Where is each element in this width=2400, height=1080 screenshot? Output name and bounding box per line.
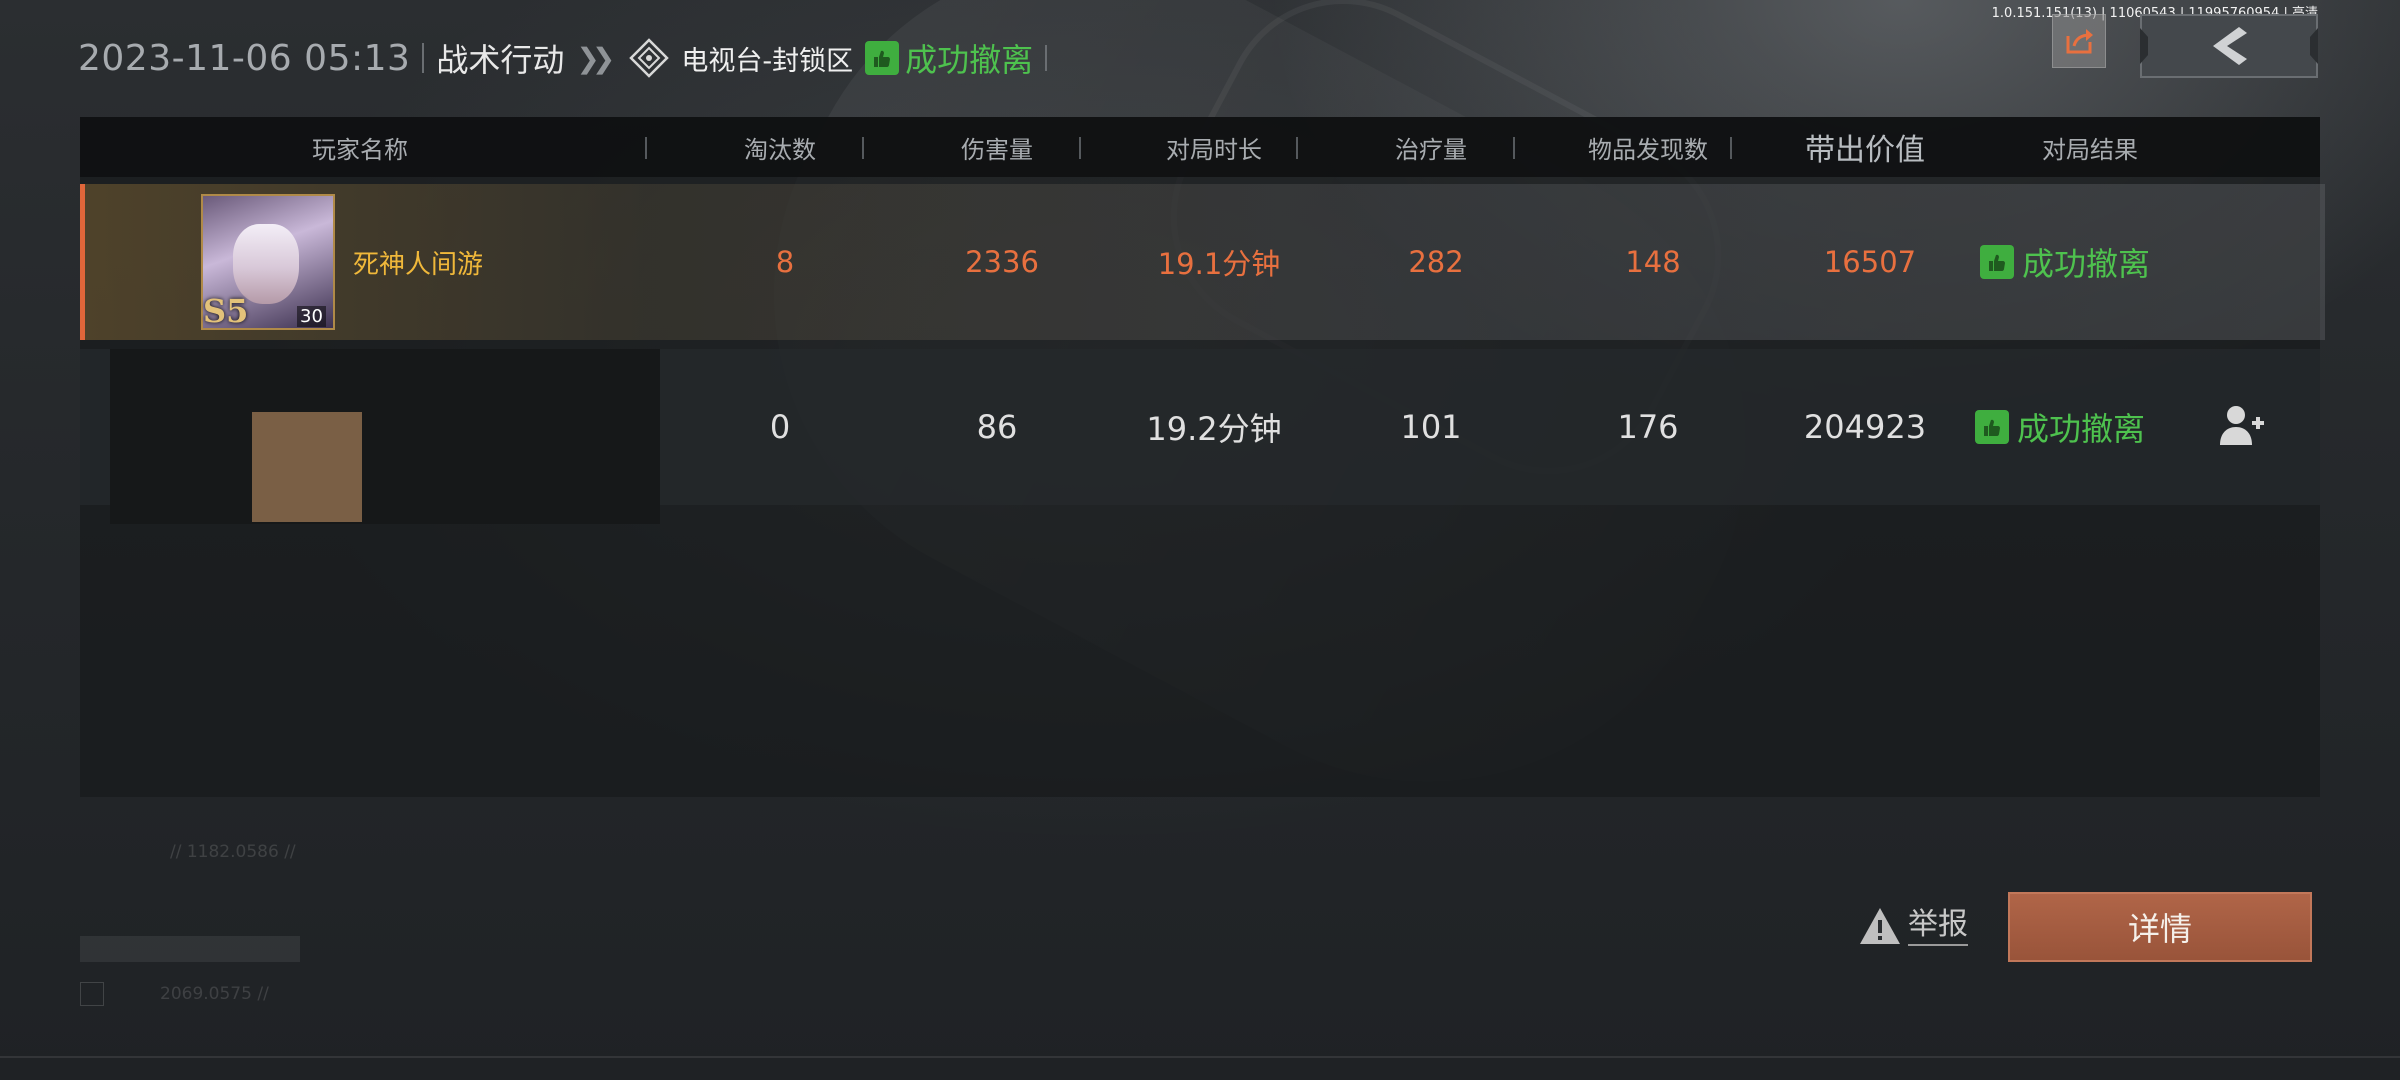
scoreboard-table: 玩家名称 淘汰数 伤害量 对局时长 治疗量 物品发现数 带出价值 对局结果 S5… xyxy=(80,117,2325,797)
faint-decoration xyxy=(80,936,300,962)
chevron-right-icon: ❯❯ xyxy=(576,41,615,75)
extract-value: 204923 xyxy=(1803,408,1927,446)
back-button[interactable] xyxy=(2140,14,2318,78)
eliminations-value: 0 xyxy=(769,408,791,446)
column-header: 淘汰数 xyxy=(744,135,816,164)
map-name: 电视台-封锁区 xyxy=(681,45,854,77)
result-text: 成功撤离 xyxy=(2022,245,2151,283)
column-divider xyxy=(862,137,864,159)
button-notch xyxy=(2140,28,2148,64)
column-divider xyxy=(645,137,647,159)
column-header: 治疗量 xyxy=(1395,135,1467,164)
duration-value: 19.2分钟 xyxy=(1146,410,1282,448)
back-arrow-icon xyxy=(2213,27,2247,65)
share-button[interactable] xyxy=(2052,14,2106,68)
extract-value: 16507 xyxy=(1823,245,1917,279)
header-result-text: 成功撤离 xyxy=(905,41,1034,79)
table-row[interactable]: S5 30 死神人间游 8 2336 19.1分钟 282 148 16507 … xyxy=(80,184,2325,340)
eliminations-value: 8 xyxy=(775,245,795,279)
level-badge: 30 xyxy=(297,306,326,327)
items-found-value: 176 xyxy=(1617,408,1679,446)
add-friend-icon xyxy=(2220,406,2264,445)
healing-value: 282 xyxy=(1408,245,1464,279)
bottom-divider xyxy=(0,1056,2400,1058)
faint-decoration xyxy=(80,982,104,1006)
result-text: 成功撤离 xyxy=(2017,410,2146,448)
header-divider xyxy=(422,43,425,73)
result-cell: 成功撤离 xyxy=(1975,349,2145,505)
duration-value: 19.1分钟 xyxy=(1157,247,1281,281)
damage-value: 86 xyxy=(976,408,1018,446)
detail-button[interactable]: 详情 xyxy=(2008,892,2312,962)
player-cell-redacted xyxy=(110,349,660,524)
add-friend-button[interactable] xyxy=(2216,401,2268,449)
player-name: 死神人间游 xyxy=(353,249,484,280)
faint-coordinate: // 1182.0586 // xyxy=(170,842,296,862)
report-label: 举报 xyxy=(1908,906,1968,946)
result-cell: 成功撤离 xyxy=(1980,184,2150,340)
game-mode: 战术行动 xyxy=(436,41,565,79)
header-result: 成功撤离 xyxy=(865,35,1033,81)
column-header: 伤害量 xyxy=(961,135,1033,164)
map-location-icon xyxy=(629,38,670,78)
share-icon xyxy=(2066,29,2093,54)
table-header: 玩家名称 淘汰数 伤害量 对局时长 治疗量 物品发现数 带出价值 对局结果 xyxy=(80,117,2320,177)
column-header: 对局结果 xyxy=(2042,135,2138,164)
damage-value: 2336 xyxy=(965,245,1039,279)
column-divider xyxy=(1079,137,1081,159)
player-cell: S5 30 死神人间游 xyxy=(85,184,645,340)
thumbs-up-icon xyxy=(1980,245,2014,279)
faint-coordinate: 2069.0575 // xyxy=(160,984,269,1004)
button-notch xyxy=(2310,28,2318,64)
column-header: 对局时长 xyxy=(1166,135,1262,164)
column-header: 物品发现数 xyxy=(1588,135,1708,164)
column-header: 玩家名称 xyxy=(312,135,408,164)
thumbs-up-icon xyxy=(865,41,900,75)
healing-value: 101 xyxy=(1400,408,1462,446)
thumbs-up-icon xyxy=(1975,410,2009,444)
items-found-value: 148 xyxy=(1625,245,1681,279)
report-button[interactable]: 举报 xyxy=(1858,904,1968,948)
table-row[interactable]: 0 86 19.2分钟 101 176 204923 成功撤离 xyxy=(80,349,2320,524)
column-divider xyxy=(1513,137,1515,159)
avatar xyxy=(252,412,362,522)
match-header: 2023-11-06 05:13 战术行动 ❯❯ 电视台-封锁区 成功撤离 xyxy=(78,32,2100,84)
column-header: 带出价值 xyxy=(1805,133,1925,168)
column-divider xyxy=(1730,137,1732,159)
rank-badge: S5 xyxy=(203,292,249,330)
warning-icon xyxy=(1860,908,1900,944)
match-datetime: 2023-11-06 05:13 xyxy=(78,37,411,79)
header-divider xyxy=(1045,45,1048,71)
column-divider xyxy=(1296,137,1298,159)
